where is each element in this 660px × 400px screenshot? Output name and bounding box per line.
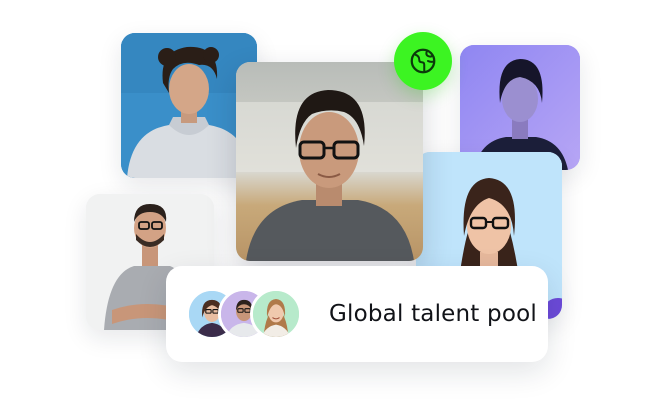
talent-pool-card: Global talent pool bbox=[166, 266, 548, 362]
avatar-illustration bbox=[253, 291, 299, 337]
globe-badge bbox=[394, 32, 452, 90]
portrait-illustration bbox=[236, 62, 423, 261]
photo-man-glasses-center bbox=[236, 62, 423, 261]
talent-pool-label: Global talent pool bbox=[329, 301, 537, 327]
avatar-woman-smiling bbox=[250, 288, 302, 340]
globe-icon bbox=[410, 48, 436, 74]
